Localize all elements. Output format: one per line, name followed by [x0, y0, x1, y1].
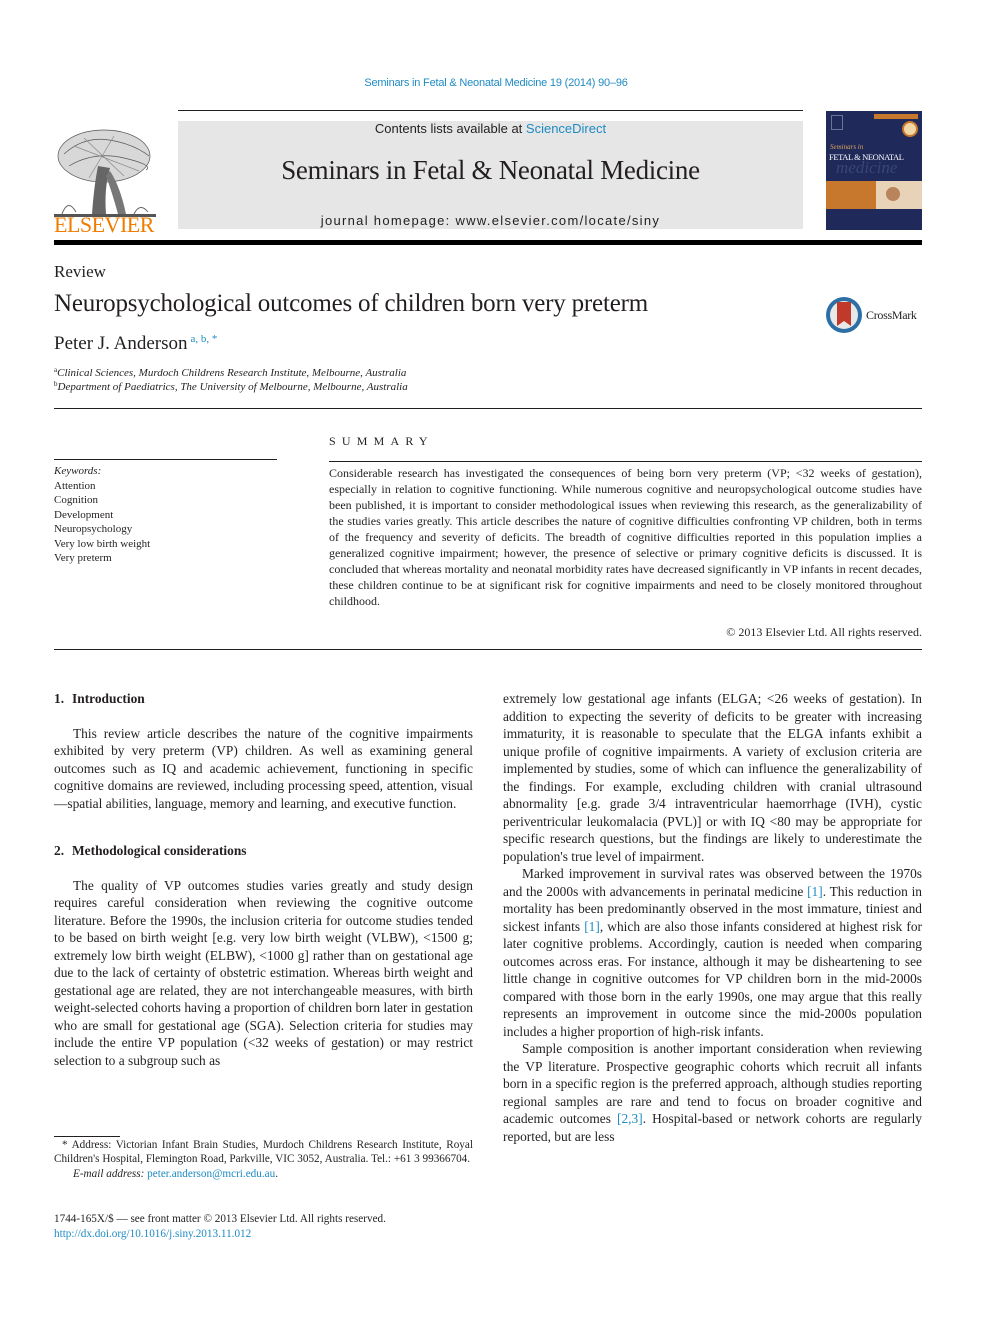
- journal-homepage[interactable]: journal homepage: www.elsevier.com/locat…: [178, 213, 803, 228]
- paragraph: extremely low gestational age infants (E…: [503, 691, 922, 864]
- keywords-divider: [54, 459, 277, 460]
- cover-baby-icon: [886, 187, 900, 201]
- keyword: Very preterm: [54, 552, 112, 564]
- abstract-text: Considerable research has investigated t…: [329, 466, 922, 608]
- footnote-mark: *: [62, 1139, 68, 1151]
- summary-divider: [329, 461, 922, 462]
- cover-elsevier-mark-icon: [831, 115, 843, 130]
- keyword: Very low birth weight: [54, 537, 151, 550]
- section-number: 2.: [54, 843, 65, 858]
- email-link[interactable]: peter.anderson@mcri.edu.au: [147, 1168, 275, 1180]
- paragraph: Sample composition is another important …: [503, 1040, 922, 1145]
- contents-prefix: Contents lists available at: [374, 121, 526, 136]
- footnote-address: * Address: Victorian Infant Brain Studie…: [54, 1138, 473, 1167]
- body-right-column: extremely low gestational age infants (E…: [503, 690, 922, 1145]
- corresponding-author-footnote: * Address: Victorian Infant Brain Studie…: [54, 1138, 473, 1181]
- footnote-email: E-mail address: peter.anderson@mcri.edu.…: [54, 1167, 473, 1181]
- author-name-text: Peter J. Anderson: [54, 333, 188, 354]
- crossmark-button[interactable]: CrossMark: [825, 296, 917, 334]
- keywords-label: Keywords:: [54, 465, 102, 477]
- sciencedirect-link[interactable]: ScienceDirect: [526, 121, 606, 136]
- journal-cover-image[interactable]: Seminars in FETAL & NEONATAL medicine: [826, 111, 922, 230]
- keywords-list: Keywords: Attention Cognition Developmen…: [54, 464, 150, 566]
- section-number: 1.: [54, 691, 65, 706]
- affiliation-text: Clinical Sciences, Murdoch Childrens Res…: [57, 367, 407, 379]
- paragraph: The quality of VP outcomes studies varie…: [54, 877, 473, 1068]
- article-title: Neuropsychological outcomes of children …: [54, 290, 648, 317]
- body-left-column: 1. Introduction This review article descr…: [54, 690, 473, 1069]
- issn-line: 1744-165X/$ — see front matter © 2013 El…: [54, 1213, 386, 1225]
- header-thick-divider: [54, 240, 922, 245]
- author-name: Peter J. Anderson a, b, *: [54, 333, 217, 355]
- section-title: Introduction: [72, 691, 145, 706]
- journal-title: Seminars in Fetal & Neonatal Medicine: [281, 155, 700, 185]
- doi-link[interactable]: http://dx.doi.org/10.1016/j.siny.2013.11…: [54, 1228, 251, 1240]
- section-heading-methodological-considerations: 2. Methodological considerations: [54, 842, 473, 860]
- journal-reference-link[interactable]: Seminars in Fetal & Neonatal Medicine 19…: [0, 77, 992, 89]
- cover-script: medicine: [836, 158, 898, 177]
- text: , which are also those infants considere…: [503, 918, 922, 1039]
- footnote-address-text: Address: Victorian Infant Brain Studies,…: [54, 1139, 473, 1166]
- citation-link[interactable]: [2,3]: [617, 1111, 643, 1126]
- affiliation-a: aClinical Sciences, Murdoch Childrens Re…: [54, 366, 406, 379]
- contents-availability: Contents lists available at ScienceDirec…: [178, 121, 803, 136]
- keyword: Cognition: [54, 494, 99, 506]
- cover-top-bar: [874, 114, 918, 119]
- summary-heading: SUMMARY: [329, 434, 434, 448]
- cover-photo: [876, 181, 922, 209]
- keyword: Attention: [54, 479, 96, 492]
- crossmark-icon: [826, 297, 862, 333]
- affiliation-b: bDepartment of Paediatrics, The Universi…: [54, 380, 408, 393]
- elsevier-wordmark: ELSEVIER: [54, 212, 154, 237]
- citation-link[interactable]: [1]: [807, 884, 823, 899]
- abstract-divider: [54, 649, 922, 650]
- paragraph: Marked improvement in survival rates was…: [503, 865, 922, 1040]
- section-heading-introduction: 1. Introduction: [54, 690, 473, 708]
- front-matter: 1744-165X/$ — see front matter © 2013 El…: [54, 1212, 386, 1241]
- abstract-copyright: © 2013 Elsevier Ltd. All rights reserved…: [726, 625, 922, 639]
- email-suffix: .: [275, 1167, 279, 1180]
- footnote-divider: [54, 1136, 120, 1137]
- cover-badge-icon: [902, 121, 918, 137]
- email-label: E-mail address:: [73, 1167, 145, 1180]
- keyword: Development: [54, 508, 114, 521]
- keyword: Neuropsychology: [54, 523, 133, 535]
- cover-series: Seminars in: [830, 143, 864, 151]
- article-info-divider: [54, 408, 922, 409]
- author-affiliation-marks[interactable]: a, b, *: [191, 333, 218, 345]
- header-divider: [178, 110, 803, 111]
- paragraph: This review article describes the nature…: [54, 725, 473, 811]
- article-type: Review: [54, 262, 106, 281]
- section-title: Methodological considerations: [72, 843, 247, 858]
- affiliation-text: Department of Paediatrics, The Universit…: [57, 381, 408, 393]
- citation-link[interactable]: [1]: [584, 919, 600, 934]
- crossmark-label: CrossMark: [866, 307, 917, 322]
